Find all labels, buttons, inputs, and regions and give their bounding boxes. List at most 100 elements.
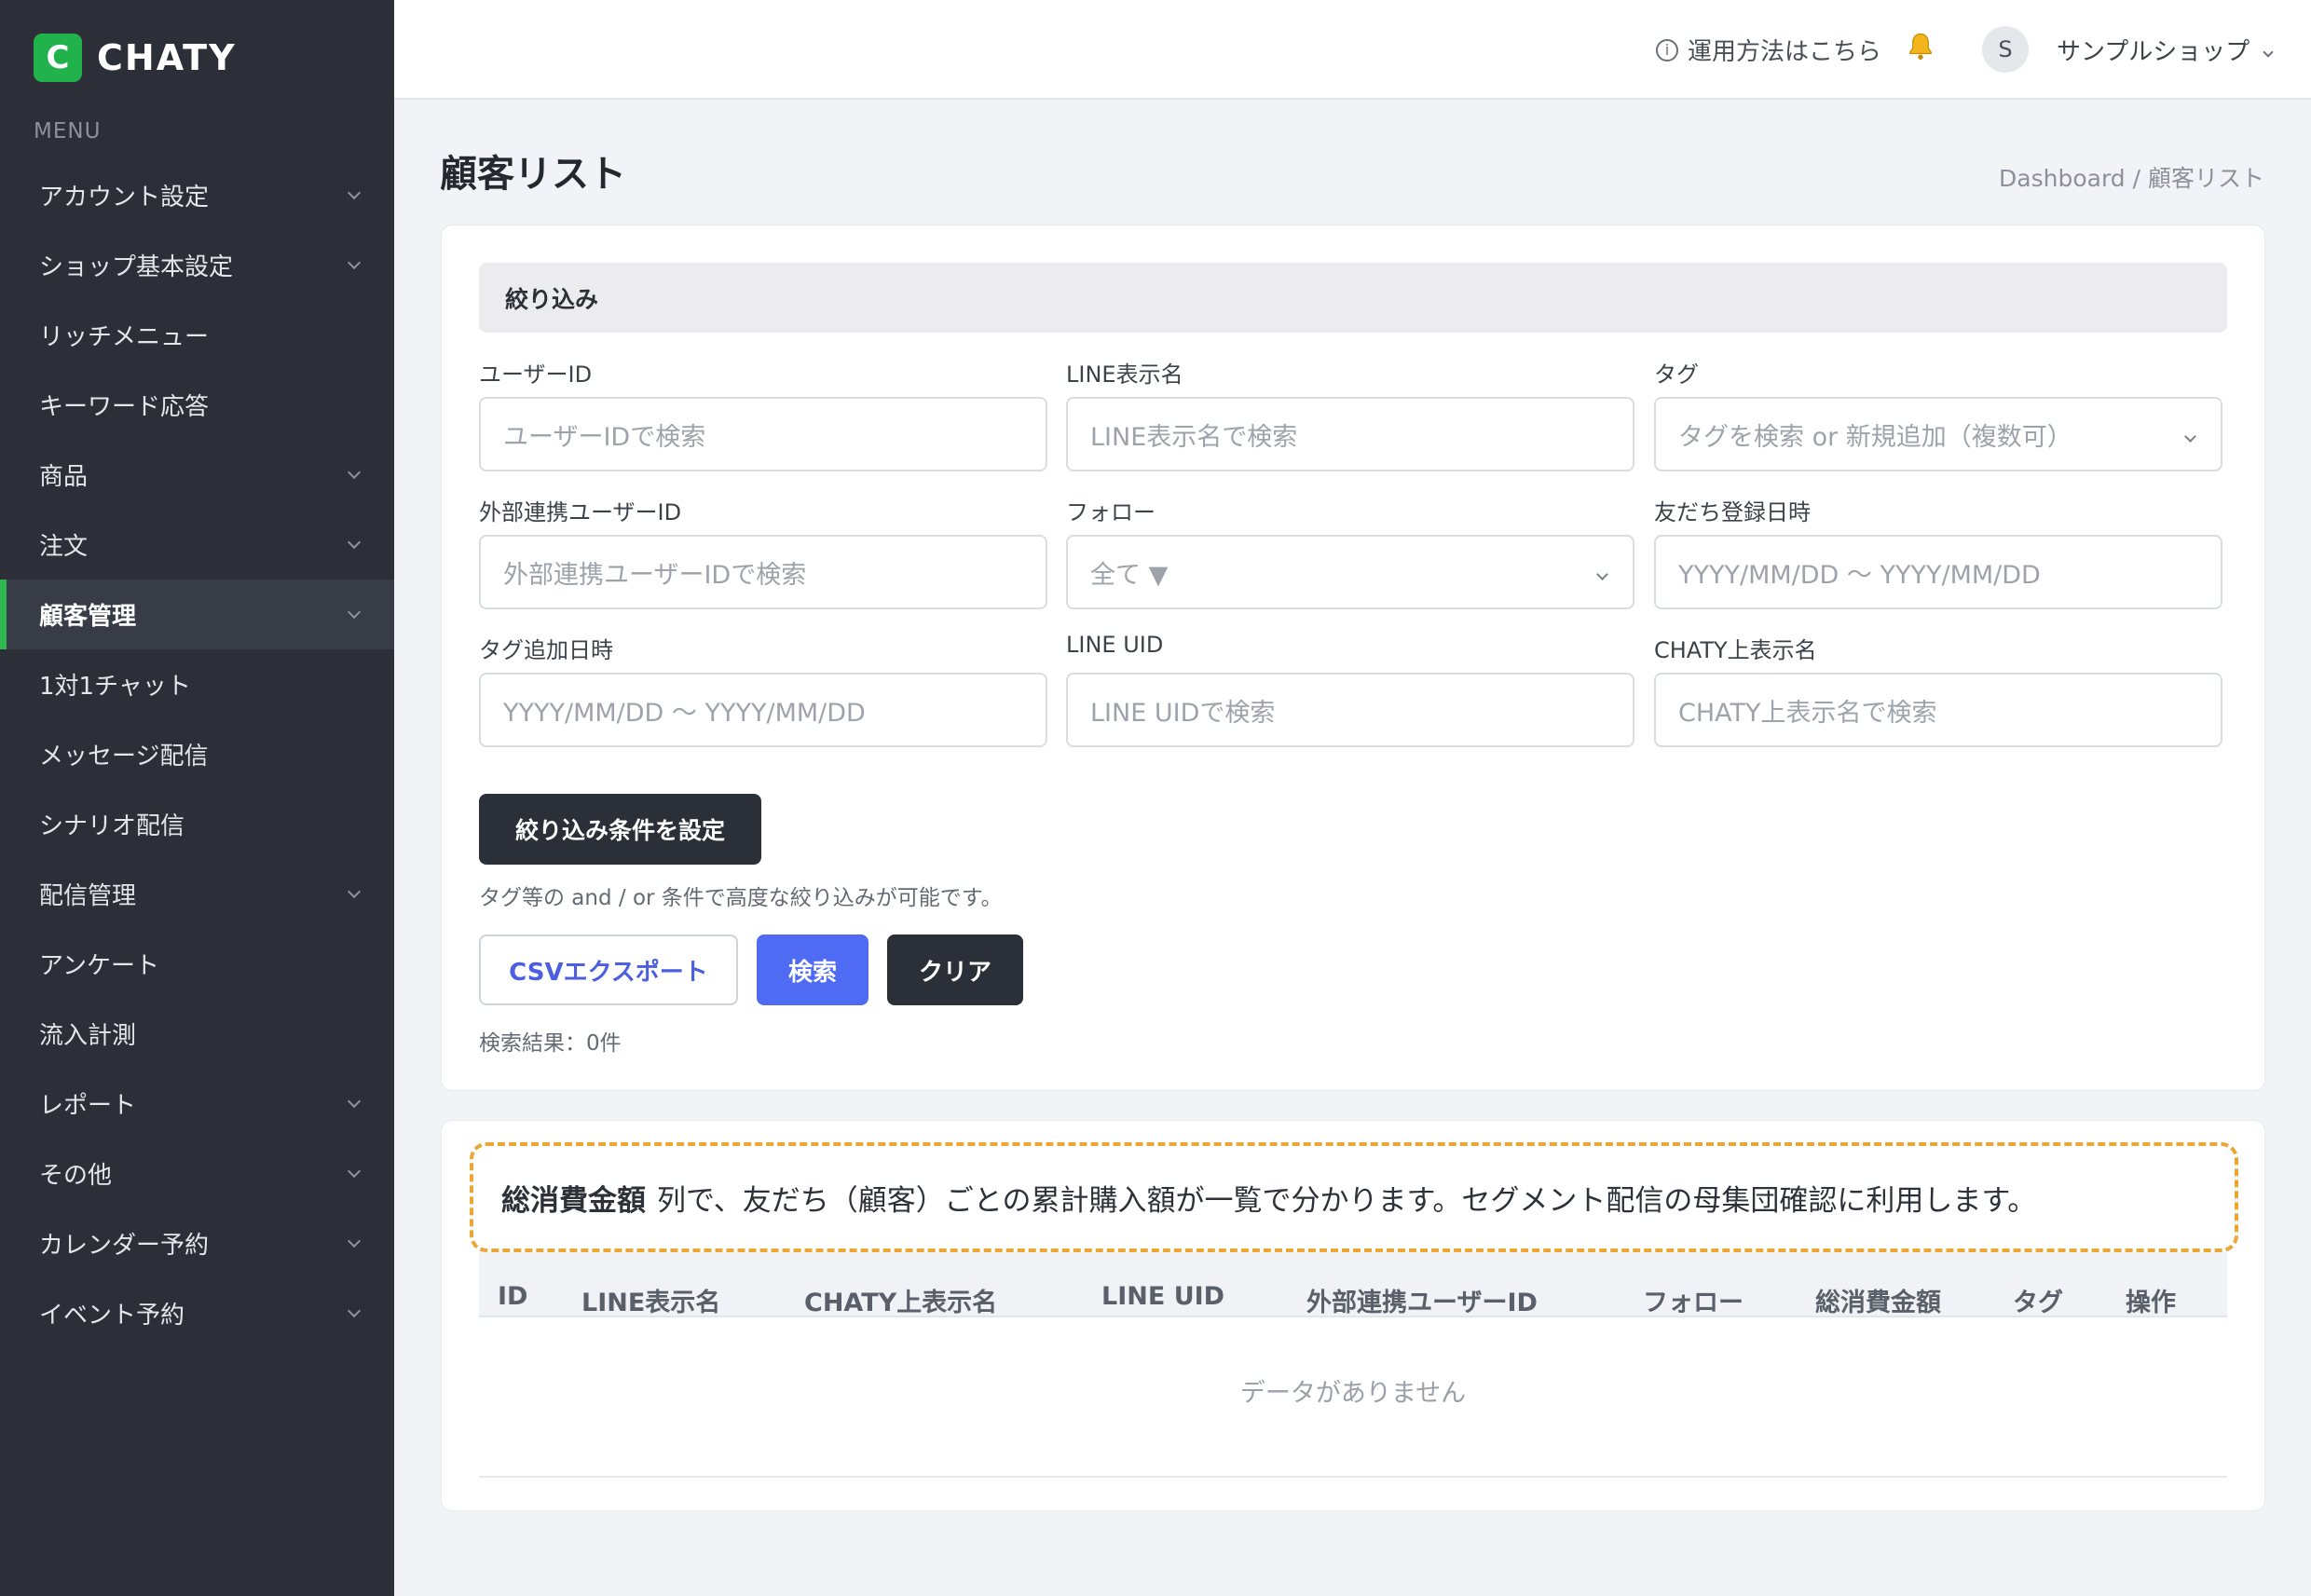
sidebar-item-label: その他 — [39, 1162, 113, 1190]
table-column-header[interactable]: ID — [498, 1282, 527, 1311]
input-placeholder: YYYY/MM/DD 〜 YYYY/MM/DD — [1678, 560, 2041, 590]
filter-field-5: 友だち登録日時 YYYY/MM/DD 〜 YYYY/MM/DD — [1654, 494, 2222, 609]
menu-section-label: MENU — [34, 119, 102, 143]
field-label: LINE表示名 — [1066, 361, 1183, 388]
table-column-header[interactable]: フォロー — [1643, 1282, 1744, 1318]
sidebar-item-label: 流入計測 — [39, 1022, 137, 1050]
bell-icon[interactable] — [1904, 30, 1937, 63]
filter-input[interactable]: YYYY/MM/DD 〜 YYYY/MM/DD — [479, 673, 1047, 747]
sidebar-item-16[interactable]: イベント予約 — [0, 1278, 394, 1348]
clear-button[interactable]: クリア — [887, 934, 1023, 1005]
filter-card: 絞り込み ユーザーID ユーザーIDで検索 LINE表示名 LINE表示名で検索 タグタ… — [441, 225, 2265, 1091]
table-column-header[interactable]: 外部連携ユーザーID — [1306, 1282, 1538, 1318]
sidebar-item-label: キーワード応答 — [39, 393, 210, 421]
breadcrumb[interactable]: Dashboard / 顧客リスト — [1999, 160, 2264, 194]
filter-select[interactable]: 全て ▼ — [1066, 535, 1634, 609]
table-column-header[interactable]: LINE UID — [1101, 1282, 1224, 1311]
table-bottom-divider — [479, 1476, 2227, 1478]
filter-field-2: タグ タグを検索 or 新規追加（複数可） — [1654, 356, 2222, 471]
callout-highlight: 総消費金額 — [501, 1183, 646, 1218]
chevron-down-icon — [347, 535, 362, 550]
search-result-count: 検索結果：0件 — [479, 1031, 622, 1056]
sidebar-item-9[interactable]: シナリオ配信 — [0, 789, 394, 859]
search-button[interactable]: 検索 — [757, 934, 868, 1005]
filter-input[interactable]: YYYY/MM/DD 〜 YYYY/MM/DD — [1654, 535, 2222, 609]
field-label: フォロー — [1066, 499, 1156, 525]
sidebar-item-label: リッチメニュー — [39, 323, 210, 351]
sidebar-item-0[interactable]: アカウント設定 — [0, 160, 394, 230]
filter-select[interactable]: タグを検索 or 新規追加（複数可） — [1654, 397, 2222, 471]
sidebar-item-11[interactable]: アンケート — [0, 929, 394, 999]
set-filter-conditions-button[interactable]: 絞り込み条件を設定 — [479, 794, 761, 865]
input-placeholder: ユーザーIDで検索 — [503, 422, 706, 452]
filter-field-1: LINE表示名 LINE表示名で検索 — [1066, 356, 1634, 471]
sidebar-item-15[interactable]: カレンダー予約 — [0, 1208, 394, 1278]
avatar[interactable]: S — [1982, 26, 2029, 73]
filter-field-0: ユーザーID ユーザーIDで検索 — [479, 356, 1047, 471]
sidebar: C CHATY MENU アカウント設定ショップ基本設定 リッチメニュー キーワード… — [0, 0, 394, 1596]
input-placeholder: LINE UIDで検索 — [1090, 698, 1276, 728]
page-title: 顧客リスト — [440, 153, 626, 196]
input-placeholder: LINE表示名で検索 — [1090, 422, 1298, 452]
annotation-callout: 総消費金額 列で、友だち（顧客）ごとの累計購入額が一覧で分かります。セグメント配… — [470, 1142, 2238, 1252]
brand-name: CHATY — [97, 37, 237, 78]
table-column-header[interactable]: LINE表示名 — [581, 1282, 720, 1318]
sidebar-item-8[interactable]: メッセージ配信 — [0, 719, 394, 789]
field-label: 外部連携ユーザーID — [479, 499, 682, 525]
sidebar-item-label: 配信管理 — [39, 882, 137, 910]
field-label: ユーザーID — [479, 361, 593, 388]
chevron-down-icon — [347, 1094, 362, 1109]
csv-export-button[interactable]: CSVエクスポート — [479, 934, 738, 1005]
chevron-down-icon — [347, 1164, 362, 1179]
sidebar-item-7[interactable]: 1対1チャット — [0, 649, 394, 719]
filter-input[interactable]: ユーザーIDで検索 — [479, 397, 1047, 471]
sidebar-item-6[interactable]: 顧客管理 — [0, 580, 394, 649]
sidebar-item-label: レポート — [39, 1092, 137, 1120]
filter-header: 絞り込み — [479, 263, 2227, 333]
sidebar-menu: アカウント設定ショップ基本設定 リッチメニュー キーワード応答 商品注文顧客管理 1対1… — [0, 160, 394, 1348]
filter-field-8: CHATY上表示名 CHATY上表示名で検索 — [1654, 632, 2222, 747]
sidebar-item-1[interactable]: ショップ基本設定 — [0, 230, 394, 300]
table-column-header[interactable]: タグ — [2013, 1282, 2063, 1318]
table-column-header[interactable]: 操作 — [2126, 1282, 2176, 1318]
sidebar-item-13[interactable]: レポート — [0, 1069, 394, 1139]
sidebar-item-4[interactable]: 商品 — [0, 440, 394, 510]
filter-input[interactable]: LINE表示名で検索 — [1066, 397, 1634, 471]
brand[interactable]: C CHATY — [34, 34, 237, 82]
filter-field-3: 外部連携ユーザーID 外部連携ユーザーIDで検索 — [479, 494, 1047, 609]
filter-input[interactable]: LINE UIDで検索 — [1066, 673, 1634, 747]
filter-field-6: タグ追加日時 YYYY/MM/DD 〜 YYYY/MM/DD — [479, 632, 1047, 747]
filter-input[interactable]: 外部連携ユーザーIDで検索 — [479, 535, 1047, 609]
sidebar-item-14[interactable]: その他 — [0, 1139, 394, 1208]
chevron-down-icon — [347, 255, 362, 270]
help-link-label: 運用方法はこちら — [1688, 38, 1882, 66]
input-placeholder: タグを検索 or 新規追加（複数可） — [1678, 422, 2072, 452]
sidebar-item-10[interactable]: 配信管理 — [0, 859, 394, 929]
empty-state: データがありません — [1239, 1379, 1467, 1408]
input-placeholder: 外部連携ユーザーIDで検索 — [503, 560, 807, 590]
sidebar-item-label: 商品 — [39, 463, 89, 491]
sidebar-item-12[interactable]: 流入計測 — [0, 999, 394, 1069]
topbar: i 運用方法はこちら S サンプルショップ — [394, 0, 2311, 100]
customer-table-card: 総消費金額 列で、友だち（顧客）ごとの累計購入額が一覧で分かります。セグメント配… — [441, 1120, 2265, 1511]
filter-field-4: フォロー全て ▼ — [1066, 494, 1634, 609]
help-link[interactable]: i 運用方法はこちら — [1656, 33, 1881, 67]
table-column-header[interactable]: CHATY上表示名 — [804, 1282, 997, 1318]
callout-text: 列で、友だち（顧客）ごとの累計購入額が一覧で分かります。セグメント配信の母集団確… — [657, 1183, 2037, 1218]
sidebar-item-label: ショップ基本設定 — [39, 253, 234, 281]
sidebar-item-5[interactable]: 注文 — [0, 510, 394, 580]
chevron-down-icon — [2263, 46, 2274, 58]
info-icon: i — [1656, 38, 1678, 61]
chevron-down-icon — [347, 465, 362, 480]
shop-switcher[interactable]: サンプルショップ — [2057, 33, 2274, 67]
filter-input[interactable]: CHATY上表示名で検索 — [1654, 673, 2222, 747]
sidebar-item-label: 注文 — [39, 533, 89, 561]
input-placeholder: 全て ▼ — [1090, 560, 1169, 590]
chevron-down-icon — [347, 884, 362, 899]
sidebar-item-3[interactable]: キーワード応答 — [0, 370, 394, 440]
field-label: LINE UID — [1066, 632, 1164, 658]
sidebar-item-2[interactable]: リッチメニュー — [0, 300, 394, 370]
chevron-down-icon — [347, 185, 362, 200]
shop-name: サンプルショップ — [2057, 38, 2250, 66]
table-column-header[interactable]: 総消費金額 — [1815, 1282, 1941, 1318]
